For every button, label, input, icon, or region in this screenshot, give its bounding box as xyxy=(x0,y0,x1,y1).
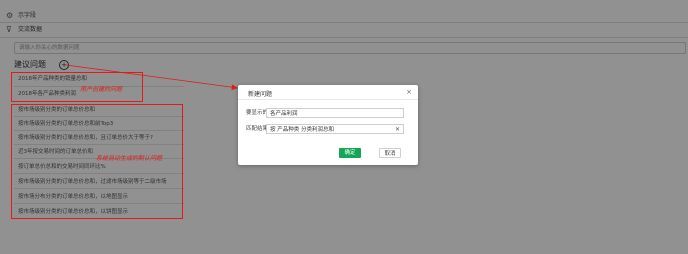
new-question-dialog: 新建问题 × 要显示的文本: 各产品利润 匹配结果: 按 产品种类 分类利润总和… xyxy=(238,85,418,165)
display-text-input[interactable]: 各产品利润 xyxy=(266,108,404,118)
dialog-title: 新建问题 xyxy=(248,91,273,98)
display-text-value: 各产品利润 xyxy=(270,111,298,117)
divider xyxy=(238,99,418,100)
match-result-input[interactable]: 按 产品种类 分类利润总和 ✕ xyxy=(266,124,404,134)
close-icon[interactable]: × xyxy=(406,88,412,96)
confirm-button[interactable]: 确定 xyxy=(339,148,361,158)
clear-icon[interactable]: ✕ xyxy=(395,125,400,135)
cancel-button[interactable]: 取消 xyxy=(379,148,401,158)
match-result-value: 按 产品种类 分类利润总和 xyxy=(270,127,334,133)
